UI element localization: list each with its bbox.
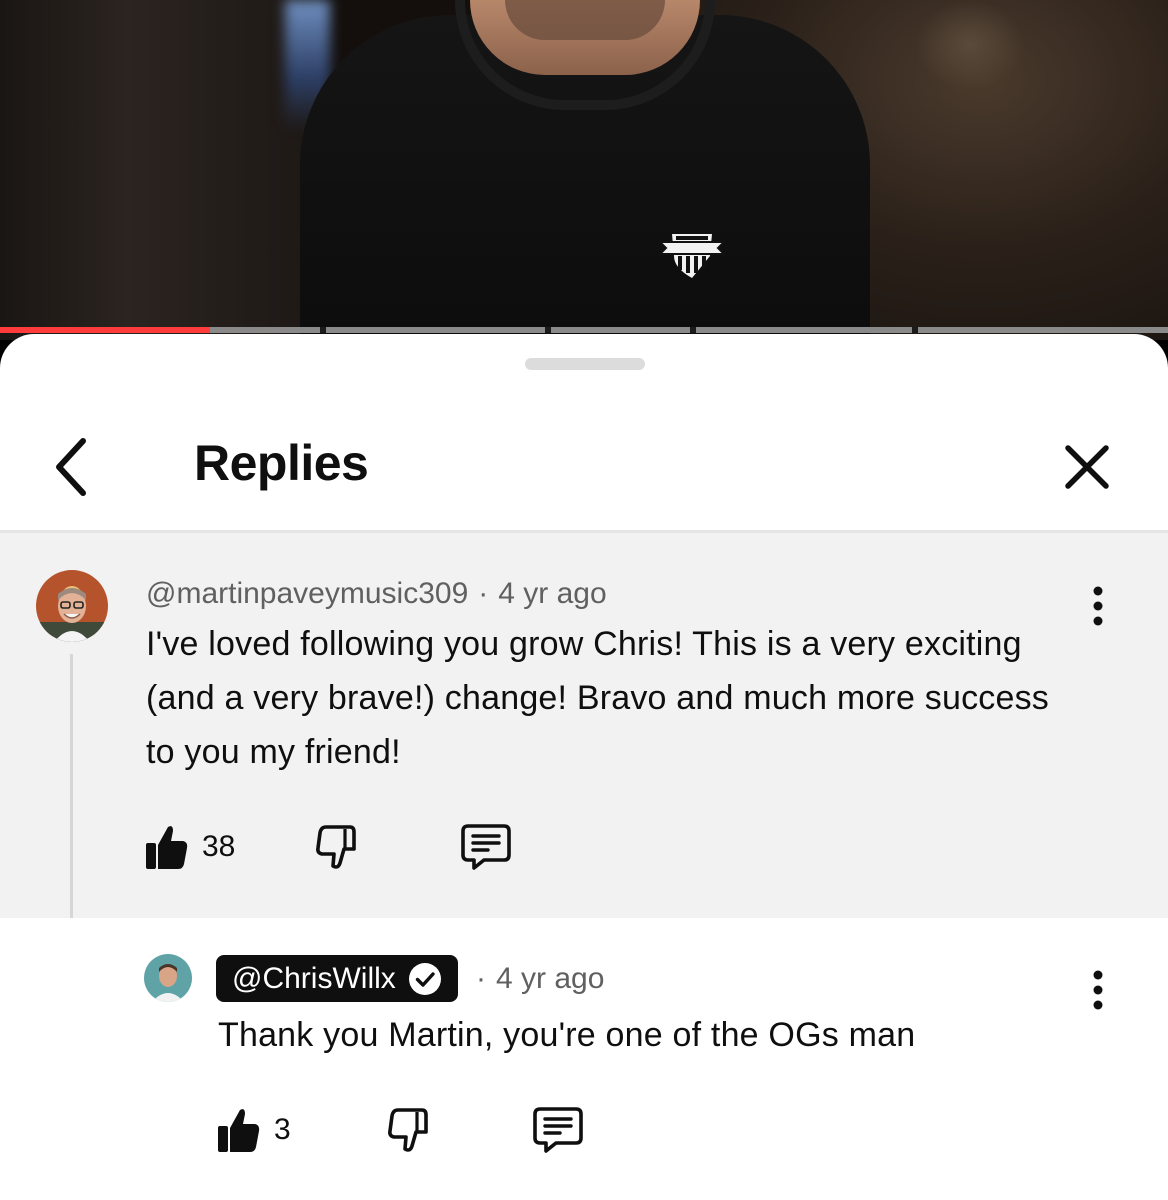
dislike-button[interactable] bbox=[386, 1100, 432, 1160]
shirt-logo-icon bbox=[658, 226, 726, 282]
like-count: 38 bbox=[202, 830, 236, 863]
thumbs-up-filled-icon bbox=[218, 1109, 260, 1152]
like-button[interactable]: 3 bbox=[216, 1100, 291, 1160]
thumbs-down-icon bbox=[316, 825, 356, 869]
meta-separator: · bbox=[478, 577, 489, 610]
more-options-button[interactable] bbox=[1078, 962, 1118, 1018]
comment-time: 4 yr ago bbox=[498, 577, 607, 610]
chapter-marker bbox=[320, 327, 326, 333]
chapter-marker bbox=[690, 327, 696, 333]
avatar[interactable] bbox=[144, 954, 192, 1002]
more-vertical-icon bbox=[1093, 586, 1103, 626]
comment-text: I've loved following you grow Chris! Thi… bbox=[146, 625, 1049, 771]
reply-time: 4 yr ago bbox=[496, 962, 605, 995]
reply-button[interactable] bbox=[532, 1100, 584, 1160]
more-vertical-icon bbox=[1093, 970, 1103, 1010]
more-options-button[interactable] bbox=[1078, 578, 1118, 634]
close-button[interactable] bbox=[1052, 432, 1122, 502]
comment-meta: @martinpaveymusic309 · 4 yr ago bbox=[146, 577, 607, 611]
thumbs-up-filled-icon bbox=[146, 826, 188, 869]
reply-meta: · 4 yr ago bbox=[476, 962, 604, 996]
video-background-lamp bbox=[915, 0, 1025, 90]
back-button[interactable] bbox=[36, 432, 106, 502]
video-background bbox=[0, 0, 320, 340]
meta-separator: · bbox=[476, 962, 486, 995]
verified-check-icon bbox=[408, 962, 441, 995]
thumbs-down-icon bbox=[388, 1108, 428, 1152]
comment-icon bbox=[461, 824, 511, 870]
dislike-button[interactable] bbox=[314, 817, 360, 877]
chapter-marker bbox=[545, 327, 551, 333]
comment-icon bbox=[533, 1107, 583, 1153]
drag-handle[interactable] bbox=[525, 358, 645, 370]
reply-author: @ChrisWillx bbox=[232, 961, 396, 995]
video-progress-bar[interactable] bbox=[0, 327, 1168, 333]
like-button[interactable]: 38 bbox=[144, 817, 235, 877]
video-player[interactable] bbox=[0, 0, 1168, 340]
comment-item: @martinpaveymusic309 · 4 yr ago I've loved… bbox=[0, 533, 1168, 918]
chevron-left-icon bbox=[56, 438, 86, 496]
avatar[interactable] bbox=[36, 570, 108, 642]
sheet-header: Replies bbox=[0, 398, 1168, 530]
like-count: 3 bbox=[274, 1113, 291, 1146]
comment-author[interactable]: @martinpaveymusic309 bbox=[146, 577, 468, 610]
page-title: Replies bbox=[194, 435, 369, 491]
close-icon bbox=[1065, 445, 1109, 489]
reply-text: Thank you Martin, you're one of the OGs … bbox=[218, 1016, 916, 1054]
chapter-marker bbox=[912, 327, 918, 333]
reply-item: @ChrisWillx · 4 yr ago Thank you Martin, … bbox=[0, 918, 1168, 1200]
video-progress-played bbox=[0, 327, 211, 333]
channel-owner-badge[interactable]: @ChrisWillx bbox=[216, 955, 458, 1002]
reply-button[interactable] bbox=[460, 817, 512, 877]
